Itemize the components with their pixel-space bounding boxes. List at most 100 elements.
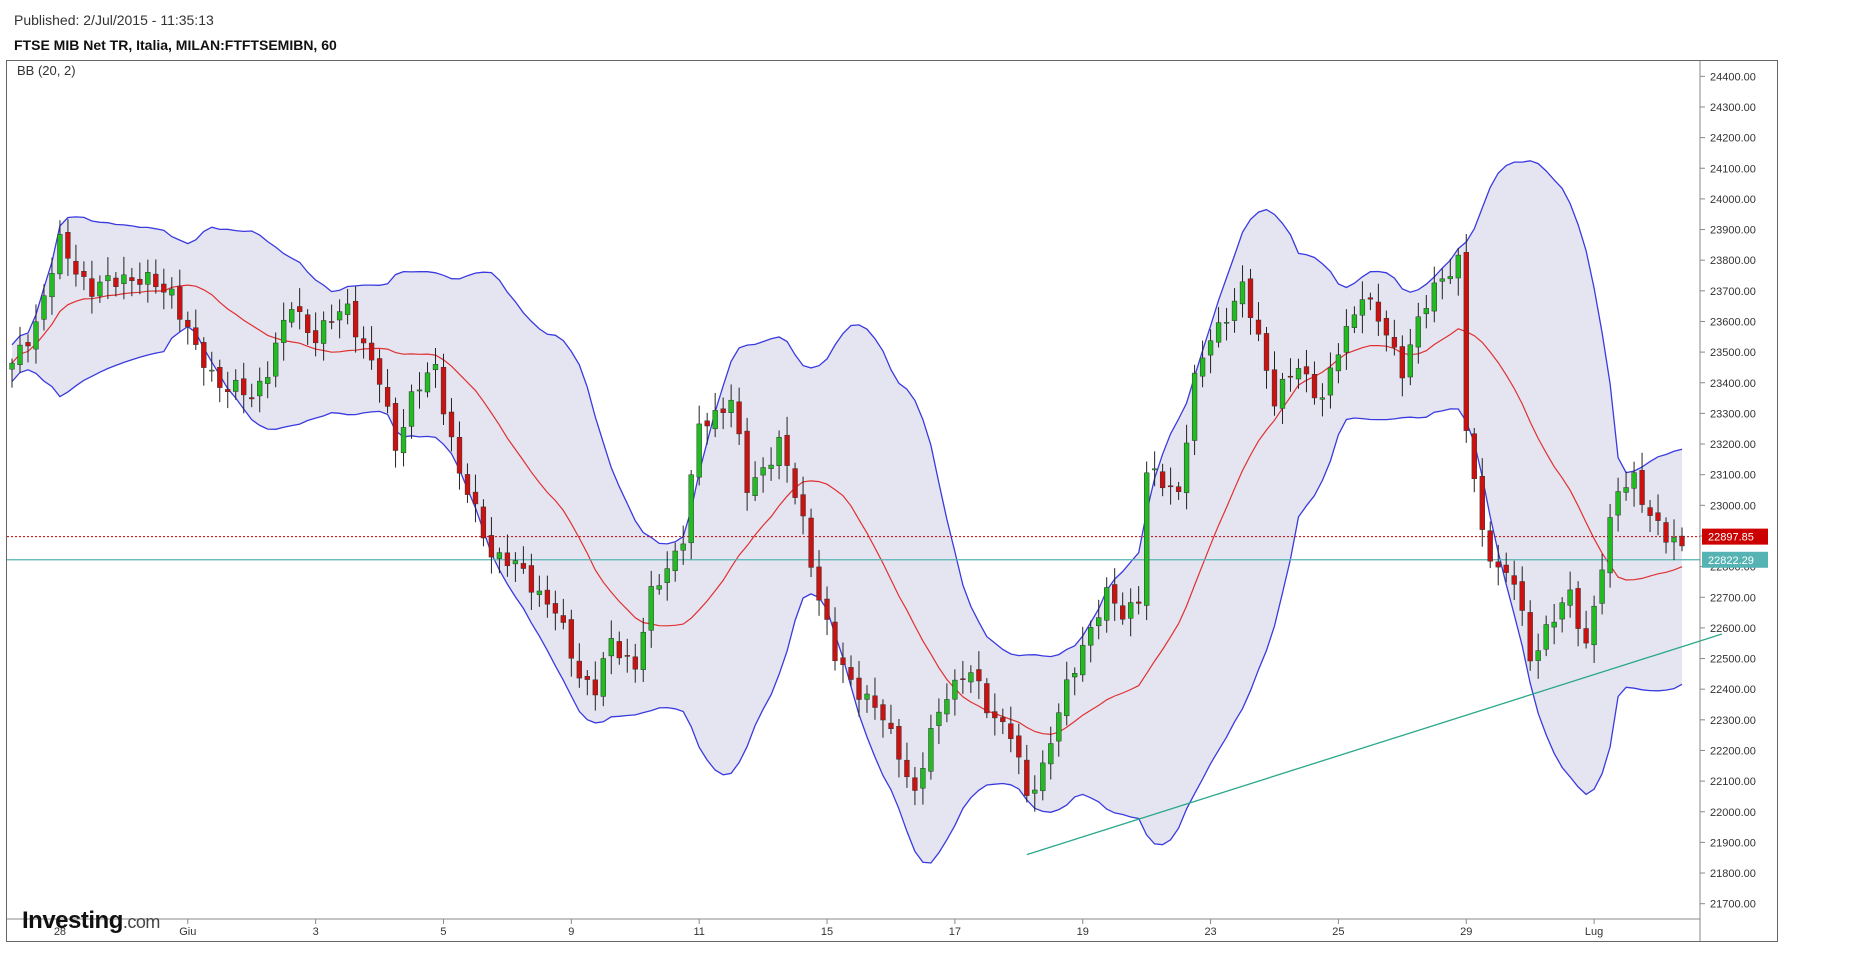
- candle-body: [800, 494, 806, 517]
- time-tick-label: 25: [1332, 926, 1344, 938]
- candle-body: [408, 391, 415, 427]
- candle-body: [1415, 316, 1421, 348]
- candle-body: [1567, 589, 1573, 606]
- time-axis: 28 Giu 3 5 9 11 15 17 19 23 25 29 Lug: [54, 919, 1603, 938]
- price-tick-label: 24200.00: [1710, 133, 1756, 145]
- price-tick-label: 23300.00: [1710, 408, 1756, 420]
- candle: [808, 508, 814, 578]
- candle-body: [1455, 254, 1461, 279]
- candle-body: [129, 277, 135, 281]
- candle-body: [1367, 297, 1374, 300]
- candle-body: [1064, 679, 1070, 717]
- candle-body: [177, 286, 183, 320]
- candle-body: [1511, 575, 1517, 585]
- price-tick-label: 22500.00: [1710, 654, 1756, 666]
- candle-body: [336, 311, 343, 321]
- candle-body: [568, 619, 574, 659]
- candle-body: [992, 711, 998, 719]
- candle-body: [680, 543, 686, 551]
- candle-body: [1120, 605, 1126, 620]
- candle-body: [664, 568, 670, 583]
- candle-body: [1335, 354, 1342, 372]
- candle-body: [616, 641, 622, 659]
- candle-body: [1207, 340, 1214, 356]
- candle-body: [1599, 569, 1605, 604]
- time-tick-label: 15: [821, 926, 833, 938]
- candle-body: [880, 704, 886, 721]
- candle-body: [856, 677, 862, 700]
- candle-body: [1112, 584, 1118, 604]
- candle-body: [376, 358, 383, 385]
- price-tick-label: 22300.00: [1710, 715, 1756, 727]
- price-tick-label: 24000.00: [1710, 194, 1756, 206]
- candle-body: [752, 477, 758, 496]
- candle-body: [1631, 472, 1637, 489]
- candle-body: [241, 378, 247, 396]
- candle-body: [161, 283, 167, 293]
- candle-body: [576, 660, 582, 679]
- candle-body: [1271, 369, 1278, 407]
- candle-body: [1199, 357, 1206, 377]
- candle-body: [217, 367, 223, 388]
- candle-body: [1223, 322, 1230, 324]
- candle-body: [1295, 368, 1302, 380]
- candle-body: [1191, 372, 1198, 441]
- candle-body: [1183, 442, 1190, 494]
- candle-body: [392, 403, 399, 451]
- price-axis: 21700.00 21800.00 21900.00 22000.00 22100.00…: [1700, 71, 1768, 911]
- candle-body: [1551, 621, 1557, 628]
- candle-body: [760, 467, 766, 476]
- candle-body: [1527, 612, 1533, 662]
- candle-body: [624, 655, 630, 657]
- candle-body: [89, 278, 95, 297]
- candle-body: [105, 275, 111, 282]
- candle-body: [33, 321, 39, 350]
- candle-body: [57, 234, 63, 275]
- candle-body: [1575, 588, 1581, 629]
- time-tick-label: 5: [440, 926, 446, 938]
- candle-body: [1327, 367, 1334, 396]
- candle-body: [1247, 278, 1254, 318]
- candle-body: [1591, 605, 1597, 646]
- candle-body: [480, 506, 487, 539]
- candle-body: [584, 676, 590, 680]
- published-timestamp: Published: 2/Jul/2015 - 11:35:13: [14, 12, 214, 28]
- candle-body: [1439, 278, 1445, 282]
- price-tick-label: 23500.00: [1710, 347, 1756, 359]
- candle-body: [1639, 470, 1645, 505]
- candle-body: [1255, 319, 1262, 335]
- last-price-flag: 22897.85: [1702, 528, 1768, 545]
- candle-body: [944, 699, 950, 715]
- investing-logo: Investing.com: [22, 907, 160, 935]
- candle-body: [528, 565, 535, 593]
- candle-body: [440, 366, 447, 415]
- candle-body: [608, 638, 614, 657]
- price-chart[interactable]: 21700.00 21800.00 21900.00 22000.00 22100.00…: [7, 61, 1777, 941]
- candle-body: [720, 408, 726, 413]
- candle-body: [896, 726, 902, 760]
- candle-body: [1343, 326, 1350, 353]
- time-tick-label: 17: [949, 926, 961, 938]
- indicator-label: BB (20, 2): [17, 63, 76, 78]
- candle-body: [904, 759, 910, 778]
- candle-body: [73, 260, 79, 275]
- candle-body: [281, 319, 287, 343]
- candle-body: [257, 380, 263, 397]
- candle-body: [17, 344, 23, 365]
- candle-body: [1136, 601, 1142, 604]
- candle: [1487, 521, 1493, 569]
- reference-level-flag-text: 22822.29: [1708, 555, 1754, 567]
- candle-body: [832, 621, 838, 662]
- candle-body: [1032, 789, 1038, 794]
- candle-body: [1319, 397, 1326, 400]
- candle-body: [776, 437, 782, 466]
- candle-body: [153, 273, 159, 288]
- candle-body: [560, 615, 566, 623]
- candle-body: [728, 399, 734, 413]
- candle-body: [1655, 512, 1661, 521]
- candle-body: [297, 306, 303, 312]
- candle-body: [912, 777, 918, 791]
- candle-body: [328, 321, 335, 323]
- candle-body: [648, 586, 654, 631]
- candle-body: [185, 319, 191, 328]
